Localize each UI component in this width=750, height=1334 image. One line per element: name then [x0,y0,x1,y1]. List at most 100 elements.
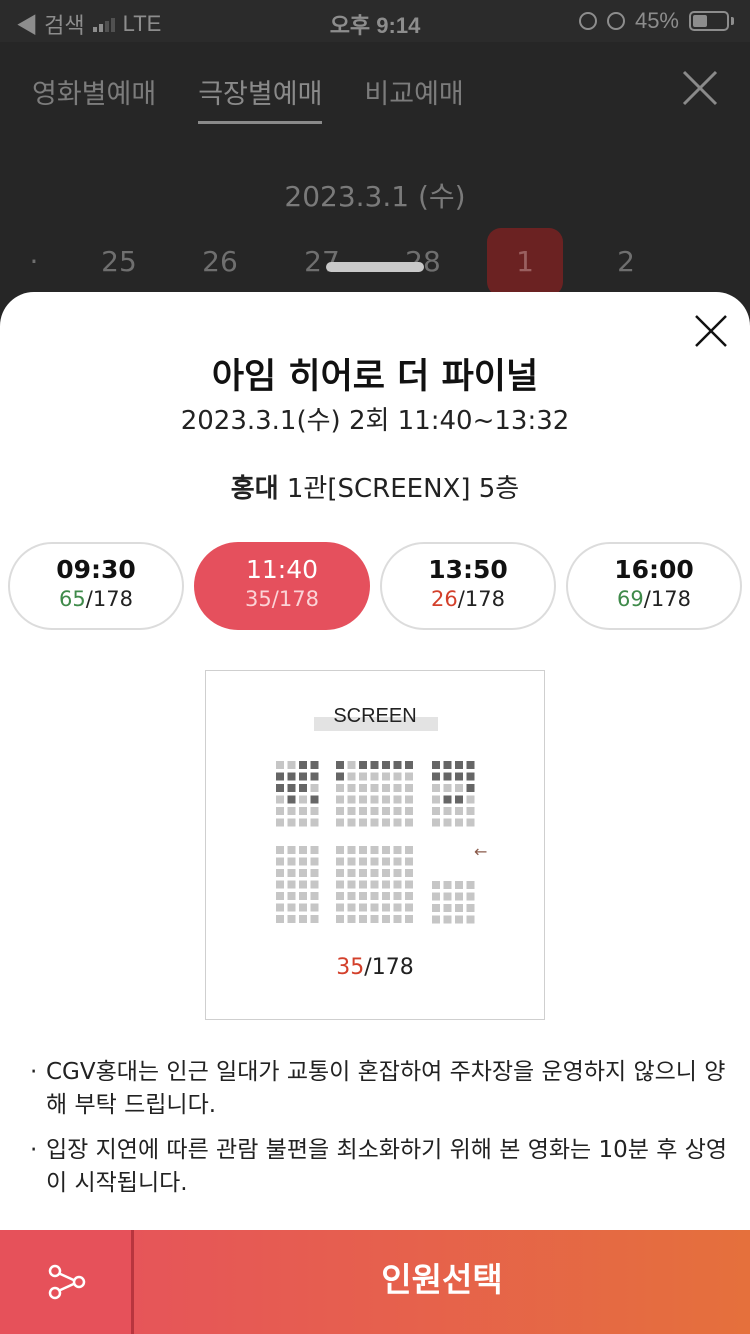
seat [466,795,475,804]
seat [466,807,475,815]
seat [432,761,440,769]
seat [432,784,440,792]
seat [405,892,413,900]
seat [455,904,463,912]
seat [370,761,379,769]
seat [299,880,307,889]
seat [336,869,344,877]
seat [455,795,463,804]
seat [370,892,379,900]
day-item[interactable]: 26 [182,228,258,296]
seat [276,807,284,815]
seat [359,903,367,912]
day-item[interactable]: 2 [588,228,664,296]
seat [405,857,413,866]
seat [347,892,356,900]
theater-info: 홍대 1관[SCREENX] 5층 [0,468,750,505]
seat [287,761,296,769]
close-icon[interactable] [694,314,728,348]
seat [405,795,413,804]
seat-availability: 35/178 [245,587,319,611]
tab-movie-booking[interactable]: 영화별예매 [32,72,156,124]
seat [276,903,284,912]
seat [310,903,319,912]
seat [359,915,367,923]
seat [405,846,413,854]
seat [382,761,390,769]
seat [382,772,390,781]
seat [310,892,319,900]
seat [443,881,452,889]
showtime-button[interactable]: 16:00 69/178 [566,542,742,630]
seat [370,846,379,854]
seat [336,784,344,792]
seat [443,761,452,769]
seat [466,892,475,901]
day-item[interactable]: 25 [81,228,157,296]
seat [287,892,296,900]
seat [299,784,307,792]
seat [287,784,296,792]
showtime-time: 13:50 [428,555,508,584]
seat [310,772,319,781]
seat [347,846,356,854]
seat [347,818,356,827]
seat [347,869,356,877]
tab-theater-booking[interactable]: 극장별예매 [198,72,323,124]
seat-count: 35/178 [336,955,414,980]
seat [382,880,390,889]
seat [455,761,463,769]
showtime-button[interactable]: 13:50 26/178 [380,542,556,630]
seat [382,857,390,866]
seat [310,795,319,804]
seat [370,795,379,804]
seat-map-preview[interactable]: SCREEN ← 35/178 [205,670,545,1020]
seat [370,880,379,889]
day-item[interactable]: · [0,228,72,296]
seat [443,772,452,781]
seat [310,818,319,827]
bottom-action-bar: 인원선택 [0,1230,750,1334]
seat [287,869,296,877]
seat [370,869,379,877]
seat [287,818,296,827]
seat [359,784,367,792]
showtime-button[interactable]: 09:30 65/178 [8,542,184,630]
sheet-drag-handle[interactable] [326,262,424,272]
battery-percent: 45% [634,8,679,33]
seat [432,807,440,815]
seat [370,807,379,815]
exit-arrow-icon: ← [474,842,487,861]
seat [393,903,402,912]
seat [455,784,463,792]
seat [276,795,284,804]
share-button[interactable] [0,1230,134,1334]
seat [287,857,296,866]
seat [347,784,356,792]
seat [382,915,390,923]
seat [276,869,284,877]
day-item-selected[interactable]: 1 [487,228,563,296]
showtime-button-selected[interactable]: 11:40 35/178 [194,542,370,630]
select-people-button[interactable]: 인원선택 [134,1230,750,1334]
seat [393,807,402,815]
close-icon[interactable] [680,68,720,108]
seat [443,915,452,924]
seat [432,818,440,827]
tab-compare-booking[interactable]: 비교예매 [364,72,463,124]
seat [393,857,402,866]
seat [466,772,475,781]
seat [347,807,356,815]
seat [370,857,379,866]
seat [310,846,319,854]
seat [287,880,296,889]
seat [443,795,452,804]
seat [466,784,475,792]
seat-availability: 26/178 [431,587,505,611]
showtime-time: 16:00 [614,555,694,584]
seat [405,915,413,923]
seat [405,869,413,877]
seat [455,881,463,889]
seat [382,903,390,912]
seat [299,857,307,866]
